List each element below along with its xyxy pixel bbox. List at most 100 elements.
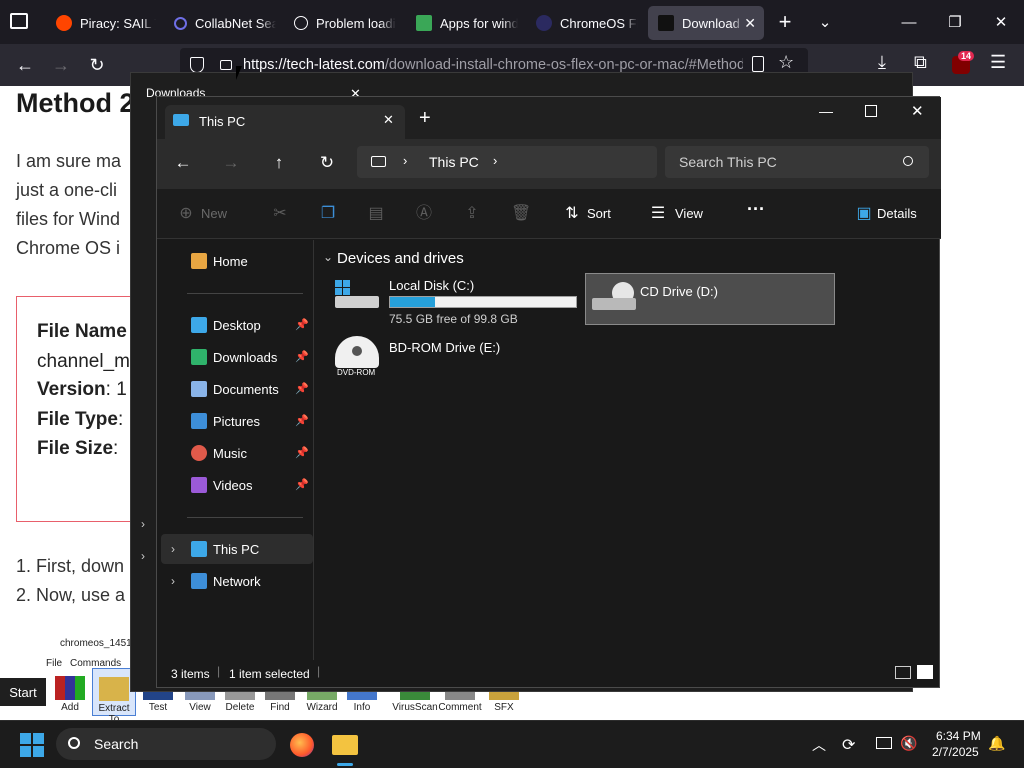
view-icon[interactable]: ☰ (649, 205, 667, 223)
sidebar-item-documents[interactable]: Documents 📌 (161, 374, 313, 404)
refresh-icon[interactable]: ↻ (317, 153, 337, 173)
tab-chromeos-flex[interactable]: ChromeOS Fle (526, 6, 638, 40)
up-arrow-icon[interactable]: ↑ (269, 153, 289, 173)
tab-apps-for-windows[interactable]: Apps for windo (406, 6, 518, 40)
sidebar-item-music[interactable]: Music 📌 (161, 438, 313, 468)
maximize-button[interactable] (865, 105, 877, 117)
sort-button[interactable]: Sort (587, 206, 611, 221)
minimize-button[interactable]: — (819, 103, 833, 119)
forward-arrow-icon[interactable]: → (221, 153, 241, 173)
clock-time[interactable]: 6:34 PM (936, 729, 981, 743)
status-bar: 3 items | 1 item selected | (157, 660, 941, 688)
shield-icon[interactable] (190, 57, 204, 73)
explorer-command-bar: ⊕ New ✂ ❐ ▤ Ⓐ ⇪ 🗑 ⇅ Sort ☰ View ··· ▣ De… (157, 189, 941, 239)
divider (187, 517, 303, 518)
back-arrow-icon[interactable]: ← (173, 153, 193, 173)
downloads-icon[interactable]: ⤓ (878, 52, 886, 73)
tab-collabnet[interactable]: CollabNet Sea (164, 6, 276, 40)
breadcrumb[interactable]: This PC (429, 154, 479, 170)
chevron-right-icon[interactable]: › (493, 153, 497, 168)
tab-list-chevron-icon[interactable]: ⌄ (802, 0, 848, 44)
close-button[interactable]: ✕ (911, 102, 924, 120)
copy-icon[interactable]: ❐ (319, 205, 337, 223)
chevron-right-icon[interactable]: › (171, 542, 175, 556)
search-icon[interactable] (903, 156, 913, 166)
sidebar-item-pictures[interactable]: Pictures 📌 (161, 406, 313, 436)
winrar-start-button[interactable]: Start (0, 678, 46, 706)
winrar-add-button[interactable]: Add (48, 676, 92, 713)
search-input[interactable]: Search This PC (665, 146, 929, 178)
firefox-taskbar-icon[interactable] (290, 733, 314, 757)
sidebar-item-videos[interactable]: Videos 📌 (161, 470, 313, 500)
url-text[interactable]: https://tech-latest.com/download-install… (243, 57, 743, 73)
address-bar[interactable]: › This PC › (357, 146, 657, 178)
share-icon[interactable]: ⇪ (463, 205, 481, 223)
drive-bd-rom-e[interactable]: DVD-ROM BD-ROM Drive (E:) (335, 336, 585, 388)
maximize-browser-button[interactable]: ❐ (932, 0, 978, 44)
sidebar-item-downloads[interactable]: Downloads 📌 (161, 342, 313, 372)
back-arrow-icon[interactable]: ← (10, 50, 40, 80)
cut-icon[interactable]: ✂ (271, 205, 289, 223)
details-pane-icon[interactable]: ▣ (855, 205, 873, 223)
notification-bell-icon[interactable]: 🔔 (988, 735, 1005, 752)
close-browser-button[interactable]: ✕ (978, 0, 1024, 44)
tab-download-active[interactable]: Download a ✕ (648, 6, 764, 40)
pin-icon[interactable]: 📌 (295, 478, 309, 491)
new-button[interactable]: New (201, 206, 227, 221)
minimize-browser-button[interactable]: — (886, 0, 932, 44)
downloads-side-chevron[interactable]: › (141, 517, 145, 531)
rename-icon[interactable]: Ⓐ (415, 205, 433, 223)
winrar-menu-file[interactable]: File (46, 658, 62, 669)
clock-date[interactable]: 2/7/2025 (932, 745, 979, 759)
lock-icon[interactable] (220, 60, 232, 70)
paste-icon[interactable]: ▤ (367, 205, 385, 223)
downloads-side-chevron[interactable]: › (141, 549, 145, 563)
chevron-down-icon[interactable]: ⌄ (323, 250, 333, 264)
chevron-right-icon[interactable]: › (403, 153, 407, 168)
bookmark-star-icon[interactable]: ☆ (778, 52, 794, 73)
close-tab-icon[interactable]: ✕ (383, 112, 394, 128)
pin-icon[interactable]: 📌 (295, 350, 309, 363)
sidebar-item-network[interactable]: › Network (161, 566, 313, 596)
tab-problem-loading[interactable]: Problem loadin (284, 6, 396, 40)
volume-muted-icon[interactable]: 🔇 (900, 735, 917, 752)
firefox-view-icon[interactable] (10, 13, 28, 29)
tiles-view-icon[interactable] (917, 665, 933, 679)
sort-icon[interactable]: ⇅ (563, 205, 581, 223)
pin-icon[interactable]: 📌 (295, 318, 309, 331)
windows-start-icon[interactable] (20, 733, 44, 757)
more-options-icon[interactable]: ··· (747, 199, 765, 220)
pin-icon[interactable]: 📌 (295, 446, 309, 459)
taskbar-search-box[interactable]: Search (56, 728, 276, 760)
forward-arrow-icon[interactable]: → (46, 50, 76, 80)
sidebar-item-desktop[interactable]: Desktop 📌 (161, 310, 313, 340)
tab-piracy[interactable]: Piracy: SAIL THE (46, 6, 156, 40)
drive-local-disk-c[interactable]: Local Disk (C:) 75.5 GB free of 99.8 GB (335, 274, 585, 326)
sync-icon[interactable]: ⟳ (842, 735, 855, 755)
item-count: 3 items (171, 667, 210, 681)
close-tab-icon[interactable]: ✕ (744, 15, 756, 32)
pin-icon[interactable]: 📌 (295, 382, 309, 395)
drive-cd-d[interactable]: CD Drive (D:) (585, 273, 835, 325)
view-button[interactable]: View (675, 206, 703, 221)
chevron-right-icon[interactable]: › (171, 574, 175, 588)
sidebar-item-this-pc[interactable]: › This PC (161, 534, 313, 564)
network-monitor-icon[interactable] (876, 737, 892, 749)
reload-icon[interactable]: ↻ (82, 50, 112, 80)
sidebar-item-home[interactable]: Home (161, 246, 313, 276)
delete-icon[interactable]: 🗑 (511, 205, 531, 223)
explorer-tab-this-pc[interactable]: This PC ✕ (165, 105, 405, 139)
content-pane: ⌄ Devices and drives Local Disk (C:) 75.… (315, 240, 941, 660)
details-view-icon[interactable] (895, 666, 911, 679)
tray-overflow-chevron-icon[interactable]: ︿ (812, 735, 826, 755)
extensions-icon[interactable]: ⧉ (914, 52, 927, 73)
version-label: Version (37, 379, 106, 400)
file-explorer-taskbar-icon[interactable] (332, 735, 358, 755)
pin-icon[interactable]: 📌 (295, 414, 309, 427)
details-button[interactable]: Details (877, 206, 917, 221)
new-tab-button[interactable]: + (419, 107, 431, 130)
reader-view-icon[interactable] (752, 56, 764, 72)
group-header[interactable]: Devices and drives (337, 250, 464, 267)
menu-hamburger-icon[interactable]: ☰ (990, 52, 1006, 73)
new-plus-icon[interactable]: ⊕ (177, 205, 195, 223)
